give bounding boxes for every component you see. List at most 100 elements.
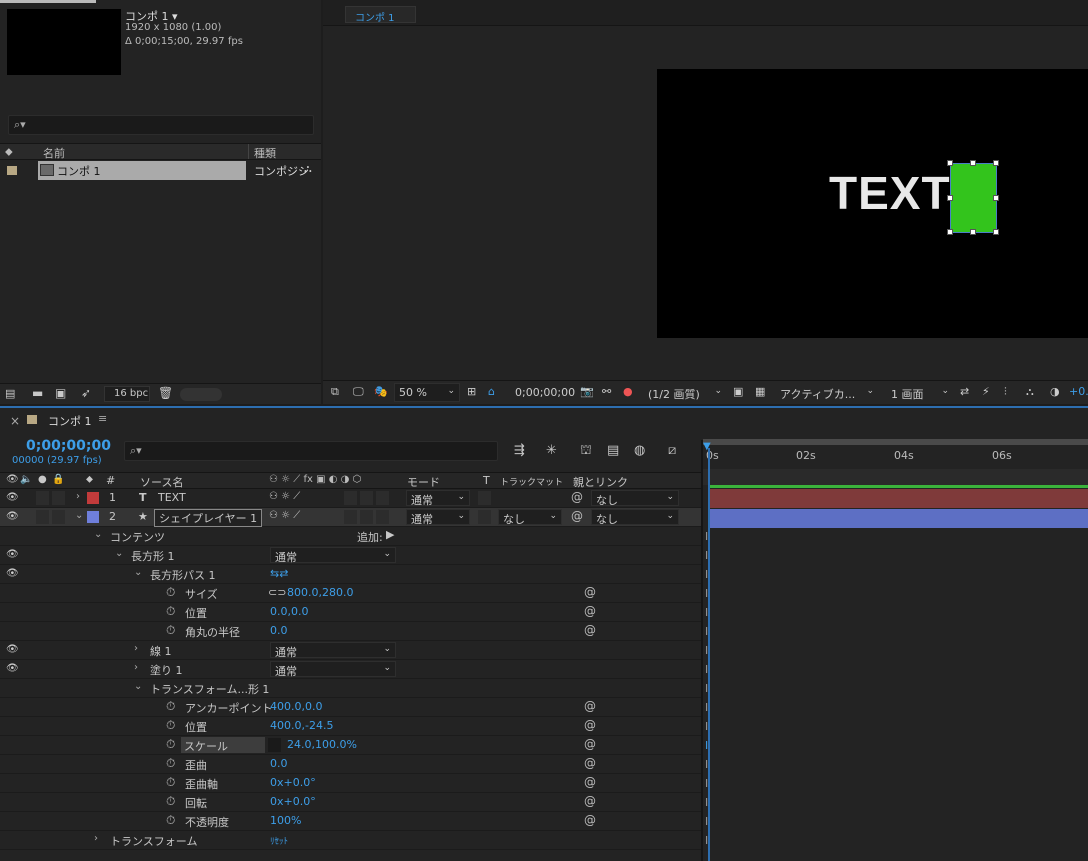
eye-icon[interactable]: 👁 — [6, 663, 19, 674]
chevron-down-icon[interactable]: ⌄ — [134, 681, 142, 692]
layer-mode-dropdown[interactable]: 通常 ⌄ — [406, 490, 470, 507]
shy-layers-icon[interactable]: ⛫ — [580, 443, 592, 460]
work-area-bar[interactable] — [703, 439, 1088, 445]
chevron-down-icon[interactable]: ⌄ — [115, 548, 123, 559]
region-of-interest-icon[interactable]: ▣ — [733, 385, 743, 398]
solo-icon[interactable]: ● — [38, 474, 47, 485]
stopwatch-icon[interactable]: ⏱ — [166, 737, 175, 752]
safe-zones-icon[interactable]: ⊞ — [467, 385, 476, 398]
trash-icon[interactable]: 🗑 — [158, 386, 173, 400]
expression-pickwhip-icon[interactable]: @ — [584, 604, 596, 618]
col-source-name[interactable]: ソース名 — [140, 474, 183, 490]
transform-handle[interactable] — [993, 160, 999, 166]
playhead[interactable] — [708, 448, 710, 861]
property-opacity[interactable]: ⏱ 不透明度 100% @ — [0, 812, 701, 831]
transform-handle[interactable] — [970, 160, 976, 166]
flowchart-icon[interactable]: ⛬ — [1026, 385, 1034, 399]
always-preview-icon[interactable]: ⧉ — [331, 385, 339, 399]
bpc-button[interactable]: 16 bpc — [104, 386, 150, 402]
layer-switches[interactable]: ⚇ ☼ ⟋ — [269, 510, 300, 521]
render-icon[interactable]: ➶ — [81, 386, 91, 400]
position-value[interactable]: 0.0,0.0 — [270, 605, 308, 618]
current-time[interactable]: 0;00;00;00 — [26, 438, 111, 454]
col-t[interactable]: T — [483, 474, 490, 487]
property-skew[interactable]: ⏱ 歪曲 0.0 @ — [0, 755, 701, 774]
resolution-dropdown[interactable]: (1/2 画質) ⌄ — [643, 383, 727, 402]
layer-name-edit[interactable]: シェイプレイヤー 1 — [154, 509, 263, 527]
stopwatch-icon[interactable]: ⏱ — [166, 756, 175, 771]
transform-handle[interactable] — [993, 195, 999, 201]
viewer-tab[interactable]: コンポ 1 — [345, 6, 416, 24]
col-type[interactable]: 種類 — [254, 145, 276, 161]
stopwatch-icon[interactable]: ⏱ — [166, 813, 175, 828]
timeline-search-input[interactable]: ⌕▾ — [124, 441, 498, 461]
exposure-icon[interactable]: ◑ — [1050, 385, 1060, 398]
roundness-value[interactable]: 0.0 — [270, 624, 288, 637]
expression-pickwhip-icon[interactable]: @ — [584, 718, 596, 732]
expression-pickwhip-icon[interactable]: @ — [584, 813, 596, 827]
text-layer-preview[interactable]: TEXT — [829, 166, 951, 220]
motion-blur-icon[interactable]: ◍ — [634, 443, 645, 458]
parent-dropdown[interactable]: なし ⌄ — [591, 490, 679, 507]
property-anchor-point[interactable]: ⏱ アンカーポイント 400.0,0.0 @ — [0, 698, 701, 717]
flowchart-icon[interactable]: ⛬ — [304, 162, 312, 176]
transform-handle[interactable] — [947, 229, 953, 235]
draft-3d-icon[interactable]: ✳ — [546, 443, 557, 458]
track-matte-dropdown[interactable]: なし ⌄ — [498, 509, 562, 526]
expression-pickwhip-icon[interactable]: @ — [584, 794, 596, 808]
property-transform[interactable]: › トランスフォーム ﾘｾｯﾄ — [0, 831, 701, 850]
thumbnail-slider[interactable] — [180, 388, 222, 401]
panel-menu-icon[interactable]: ≡ — [98, 412, 107, 425]
anchor-value[interactable]: 400.0,0.0 — [270, 700, 322, 713]
fill-mode-dropdown[interactable]: 通常 ⌄ — [270, 661, 396, 678]
stopwatch-icon[interactable]: ⏱ — [166, 585, 175, 600]
expression-pickwhip-icon[interactable]: @ — [584, 756, 596, 770]
close-icon[interactable]: × — [10, 414, 20, 428]
pickwhip-icon[interactable]: @ — [571, 490, 583, 504]
property-position[interactable]: ⏱ 位置 0.0,0.0 @ — [0, 603, 701, 622]
mask-icon[interactable]: 🎭 — [374, 385, 388, 398]
scale-value[interactable]: 24.0,100.0% — [287, 738, 357, 751]
timecode-display[interactable]: 0;00;00;00 — [510, 383, 578, 402]
expression-pickwhip-icon[interactable]: @ — [584, 699, 596, 713]
property-rect-group[interactable]: 👁 ⌄ 長方形 1 通常 ⌄ — [0, 546, 701, 565]
col-track-matte[interactable]: トラックマット — [500, 475, 563, 488]
expression-pickwhip-icon[interactable]: @ — [584, 737, 596, 751]
exposure-value[interactable]: +0.0 — [1069, 385, 1088, 398]
chevron-down-icon[interactable]: ⌄ — [94, 529, 102, 540]
skew-axis-value[interactable]: 0x+0.0° — [270, 776, 316, 789]
solo-box[interactable] — [36, 491, 49, 505]
preserve-transparency-box[interactable] — [478, 491, 491, 505]
zoom-dropdown[interactable]: 50 % ⌄ — [394, 383, 460, 402]
stroke-mode-dropdown[interactable]: 通常 ⌄ — [270, 642, 396, 659]
frame-blending-icon[interactable]: ▤ — [607, 443, 619, 458]
layer-row-shape[interactable]: 👁 ⌄ 2 ★ シェイプレイヤー 1 ⚇ ☼ ⟋ 通常 ⌄ なし ⌄ @ なし ⌄ — [0, 508, 701, 527]
mask-path-icon[interactable]: ⌂ — [488, 385, 495, 398]
playhead-marker-icon[interactable]: ▼ — [703, 441, 711, 452]
chevron-down-icon[interactable]: ⌄ — [75, 510, 83, 521]
lock-box[interactable] — [52, 510, 65, 524]
switch-box[interactable] — [360, 510, 373, 524]
layer-label-color[interactable] — [87, 511, 99, 523]
lock-icon[interactable]: 🔒 — [52, 474, 64, 485]
project-search-input[interactable]: ⌕▾ — [8, 115, 314, 135]
views-dropdown[interactable]: 1 画面 ⌄ — [886, 383, 954, 402]
size-value[interactable]: 800.0,280.0 — [287, 586, 353, 599]
property-skew-axis[interactable]: ⏱ 歪曲軸 0x+0.0° @ — [0, 774, 701, 793]
property-transform-group[interactable]: ⌄ トランスフォーム...形 1 — [0, 679, 701, 698]
monitor-icon[interactable]: 🖵 — [353, 385, 364, 399]
skew-value[interactable]: 0.0 — [270, 757, 288, 770]
eye-icon[interactable]: 👁 — [6, 568, 19, 579]
label-tag-icon[interactable]: ⬥ — [5, 145, 13, 159]
parent-dropdown[interactable]: なし ⌄ — [591, 509, 679, 526]
new-folder-icon[interactable]: ▬ — [32, 386, 43, 400]
col-mode[interactable]: モード — [407, 474, 440, 490]
chevron-right-icon[interactable]: › — [94, 833, 98, 844]
opacity-value[interactable]: 100% — [270, 814, 301, 827]
interpret-footage-icon[interactable]: ▤ — [5, 387, 15, 400]
show-snapshot-icon[interactable]: ⚯ — [602, 385, 611, 398]
property-rotation[interactable]: ⏱ 回転 0x+0.0° @ — [0, 793, 701, 812]
timeline-tab[interactable]: コンポ 1 — [48, 413, 92, 429]
add-play-icon[interactable]: ▶ — [386, 528, 394, 541]
switch-box[interactable] — [360, 491, 373, 505]
